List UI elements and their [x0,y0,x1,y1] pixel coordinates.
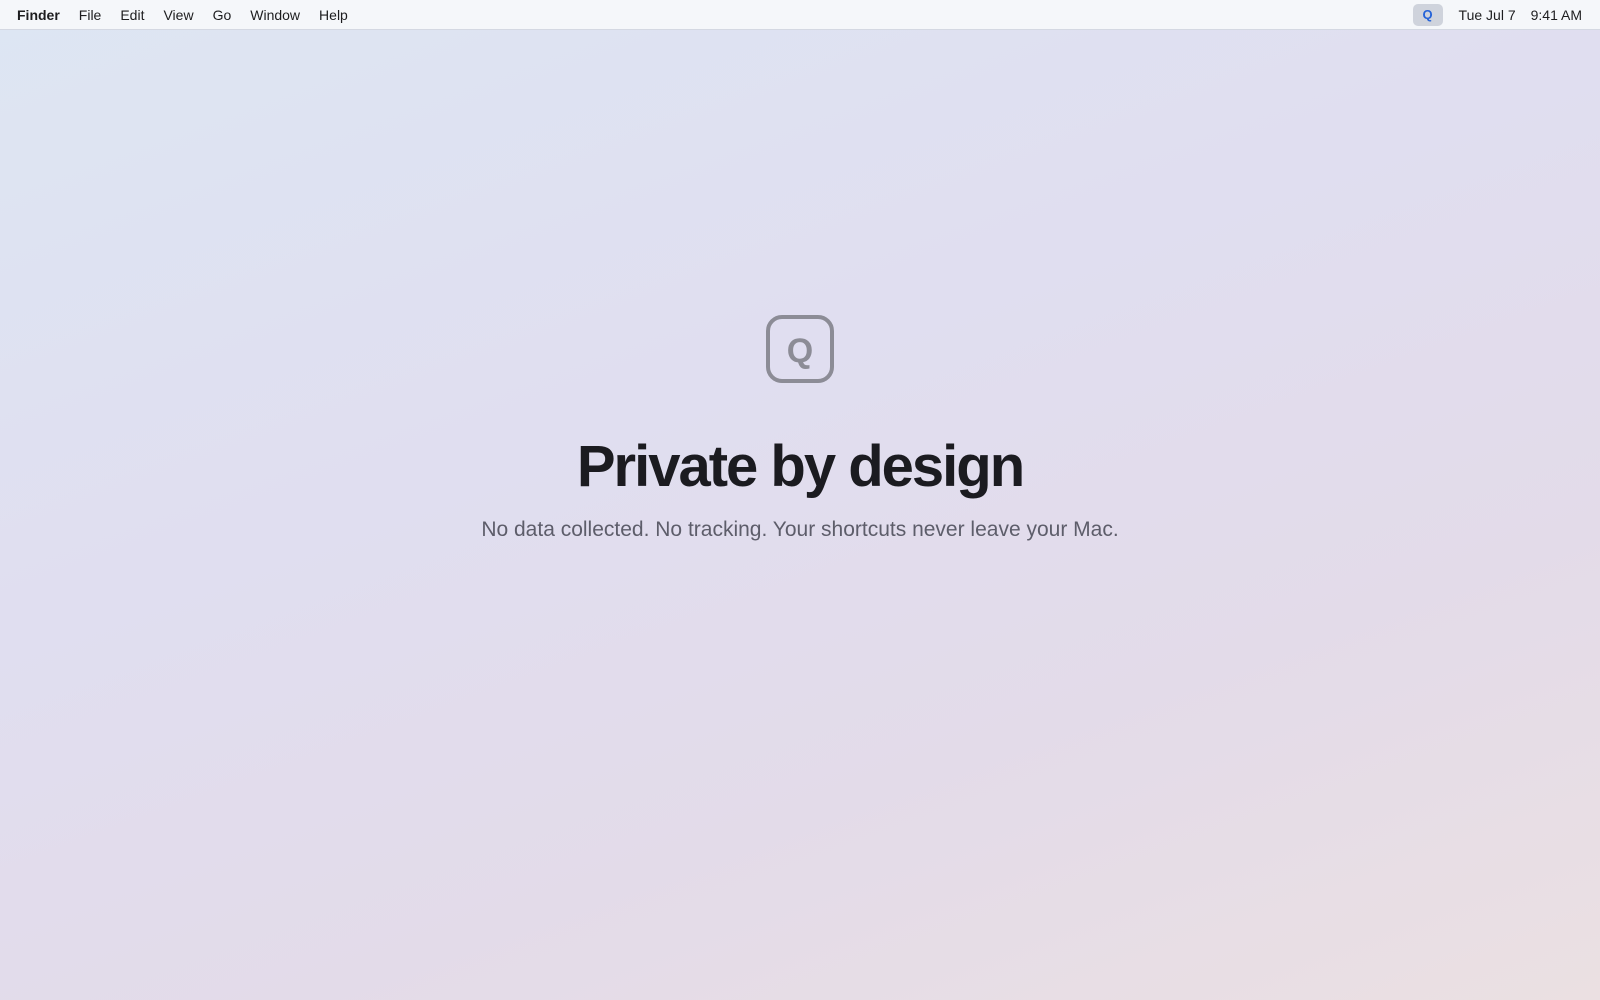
page-title: Private by design [576,434,1025,499]
page-subtitle: No data collected. No tracking. Your sho… [481,518,1119,541]
logo-letter: Q [786,331,814,370]
menu-bar: Finder File Edit View Go Window Help Q T… [0,0,1600,30]
app-status-icon[interactable]: Q [1412,3,1443,26]
menu-go[interactable]: Go [213,0,232,30]
menu-bar-right: Q Tue Jul 7 9:41 AM [1412,0,1582,29]
menu-date[interactable]: Tue Jul 7 [1459,7,1516,23]
menu-help[interactable]: Help [319,0,348,30]
status-icon-letter: Q [1422,7,1433,22]
menu-edit[interactable]: Edit [120,0,144,30]
app-logo-icon: Q [766,315,834,383]
menu-file[interactable]: File [79,0,102,30]
menu-window[interactable]: Window [250,0,300,30]
menu-bar-left: Finder File Edit View Go Window Help [17,0,367,29]
menu-view[interactable]: View [163,0,193,30]
hero-section: Q Private by design No data collected. N… [0,0,1600,1000]
menu-app-finder[interactable]: Finder [17,0,60,30]
menu-clock[interactable]: 9:41 AM [1531,7,1582,23]
